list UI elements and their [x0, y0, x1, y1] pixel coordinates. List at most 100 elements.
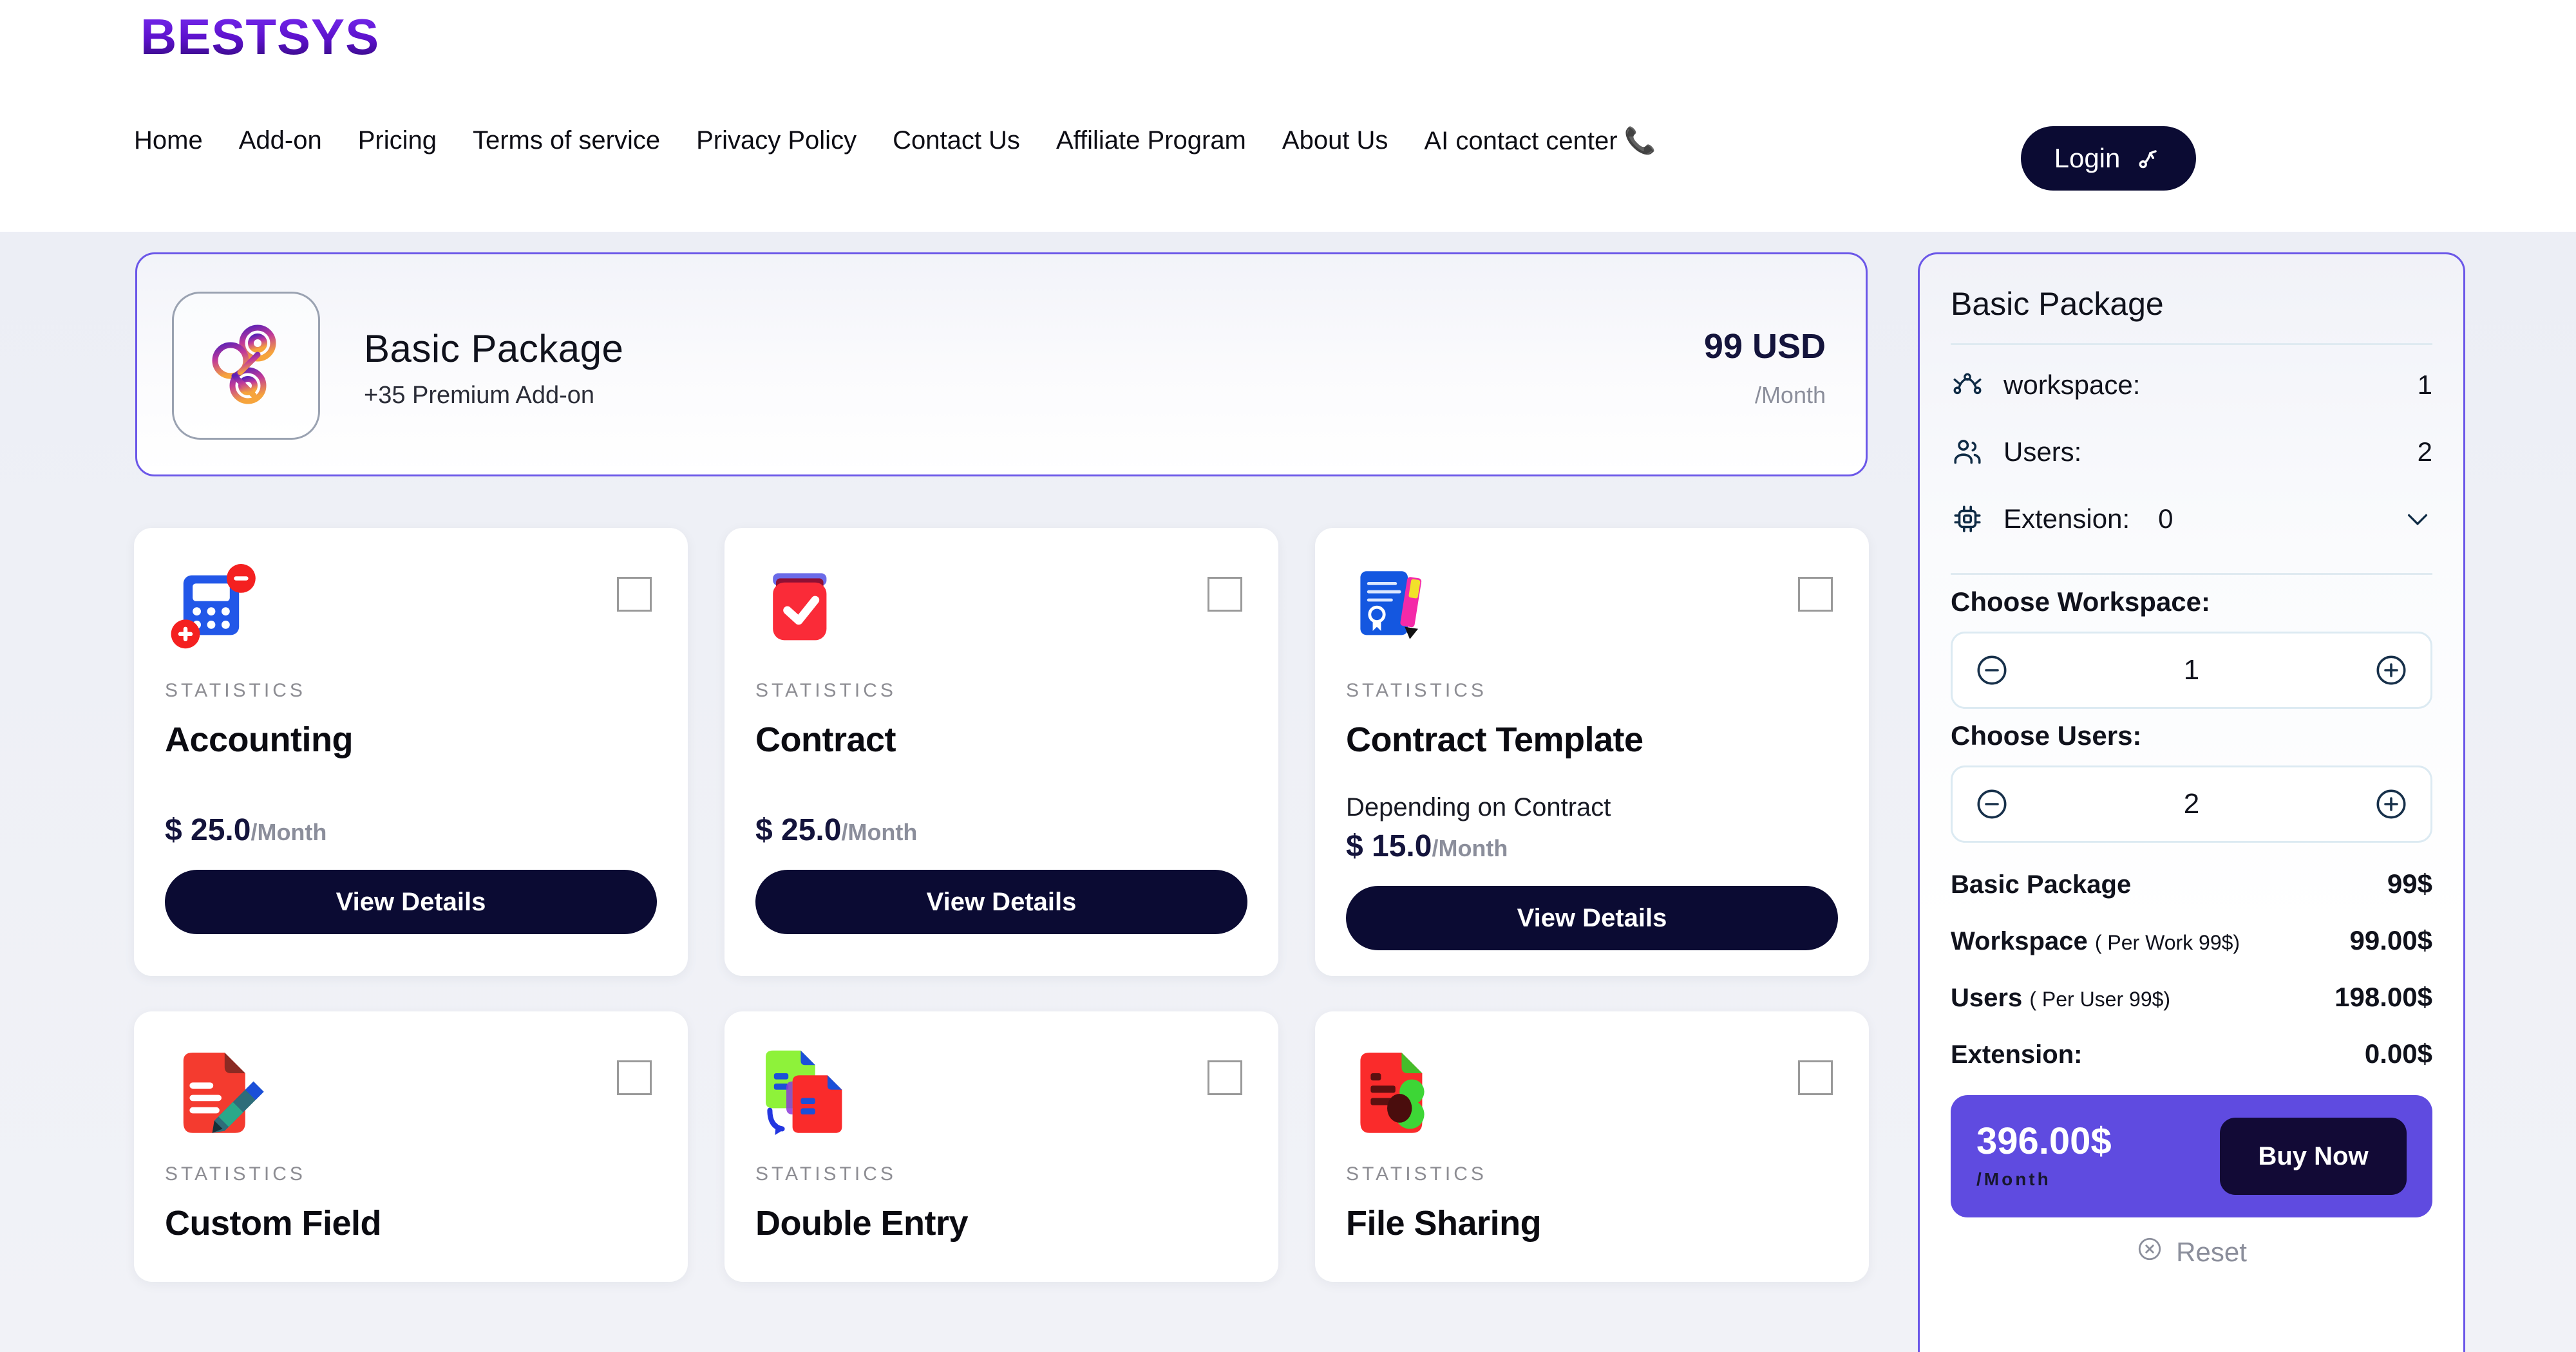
addon-price-period: /Month: [251, 819, 327, 845]
breakdown-label: Workspace ( Per Work 99$): [1951, 927, 2240, 956]
addon-card[interactable]: STATISTICS File Sharing: [1315, 1011, 1869, 1282]
addon-price: $ 25.0/Month: [165, 812, 657, 848]
addon-card[interactable]: STATISTICS Custom Field: [134, 1011, 688, 1282]
view-details-button[interactable]: View Details: [1346, 886, 1838, 950]
breakdown-value: 198.00$: [2334, 982, 2432, 1012]
nav-item-ai-contact-center-label: AI contact center: [1424, 127, 1618, 155]
package-banner: Basic Package +35 Premium Add-on 99 USD …: [135, 252, 1868, 476]
breakdown-row-basic-package: Basic Package 99$: [1951, 868, 2432, 899]
package-subtitle: +35 Premium Add-on: [364, 382, 595, 409]
users-stepper: 2: [1951, 765, 2432, 843]
buy-now-button[interactable]: Buy Now: [2220, 1118, 2407, 1195]
summary-value-workspace: 1: [2417, 370, 2432, 400]
addon-select-checkbox[interactable]: [1798, 1060, 1833, 1095]
breakdown-label: Basic Package: [1951, 870, 2132, 899]
addon-select-checkbox[interactable]: [1208, 577, 1242, 612]
workspace-increment-button[interactable]: [2374, 653, 2409, 688]
nav-item-pricing[interactable]: Pricing: [340, 126, 455, 155]
addon-card[interactable]: STATISTICS Contract Template Depending o…: [1315, 528, 1869, 976]
total-amount: 396.00$: [1976, 1120, 2112, 1162]
summary-value-extension: 0: [2158, 503, 2174, 534]
addon-select-checkbox[interactable]: [617, 1060, 652, 1095]
summary-value-users: 2: [2417, 437, 2432, 467]
addon-select-checkbox[interactable]: [617, 577, 652, 612]
nav-item-contact-us[interactable]: Contact Us: [875, 126, 1038, 155]
nav-item-home[interactable]: Home: [129, 126, 221, 155]
addon-card[interactable]: STATISTICS Accounting $ 25.0/Month View …: [134, 528, 688, 976]
addon-note: Depending on Contract: [1346, 793, 1611, 822]
breakdown-label-text: Workspace: [1951, 927, 2088, 955]
addon-price-period: /Month: [1432, 835, 1508, 861]
file-share-icon: [1346, 1042, 1449, 1145]
breakdown-value: 99$: [2387, 868, 2432, 899]
nav-item-privacy-policy[interactable]: Privacy Policy: [678, 126, 875, 155]
breakdown-row-workspace: Workspace ( Per Work 99$) 99.00$: [1951, 925, 2432, 956]
addon-price-amount: $ 15.0: [1346, 829, 1432, 863]
workspace-decrement-button[interactable]: [1975, 653, 2009, 688]
addon-name: Contract: [755, 720, 896, 759]
summary-label-users: Users:: [2003, 437, 2082, 467]
nav-item-about-us[interactable]: About Us: [1264, 126, 1406, 155]
nav-item-ai-contact-center[interactable]: AI contact center 📞: [1406, 126, 1674, 156]
brand-logo[interactable]: BESTSYS: [140, 8, 379, 66]
addon-card-header: [755, 1042, 1247, 1158]
breakdown-label-text: Users: [1951, 984, 2023, 1012]
reset-button[interactable]: Reset: [1951, 1235, 2432, 1269]
addon-card-header: [165, 1042, 657, 1158]
breakdown-row-users: Users ( Per User 99$) 198.00$: [1951, 982, 2432, 1013]
addon-price-amount: $ 25.0: [755, 813, 842, 847]
nav-item-add-on[interactable]: Add-on: [221, 126, 340, 155]
addon-category: STATISTICS: [165, 680, 306, 701]
breakdown-label-sub: ( Per User 99$): [2029, 988, 2171, 1011]
workspace-count-value: 1: [2183, 654, 2200, 686]
calculator-icon: [165, 559, 268, 662]
addon-price-period: /Month: [841, 819, 918, 845]
chip-icon: [1951, 502, 1984, 536]
package-title: Basic Package: [364, 327, 624, 370]
sidebar-title: Basic Package: [1951, 286, 2164, 322]
login-button[interactable]: Login: [2021, 126, 2196, 191]
addon-category: STATISTICS: [1346, 680, 1487, 701]
breakdown-value: 0.00$: [2364, 1038, 2432, 1069]
knot-logo-icon: [198, 316, 294, 416]
users-increment-button[interactable]: [2374, 787, 2409, 822]
addon-category: STATISTICS: [1346, 1163, 1487, 1185]
sidebar-divider: [1951, 343, 2432, 345]
summary-row-extension[interactable]: Extension: 0: [1951, 485, 2432, 552]
chevron-down-icon[interactable]: [2403, 504, 2432, 534]
addon-name: Contract Template: [1346, 720, 1643, 759]
double-documents-icon: [755, 1042, 858, 1145]
workspace-stepper: 1: [1951, 632, 2432, 709]
reset-label: Reset: [2176, 1237, 2247, 1267]
addon-select-checkbox[interactable]: [1208, 1060, 1242, 1095]
addon-card[interactable]: STATISTICS Double Entry: [724, 1011, 1278, 1282]
users-icon: [1951, 435, 1984, 469]
summary-label-workspace: workspace:: [2003, 370, 2141, 400]
total-period: /Month: [1976, 1169, 2051, 1189]
addon-spacer: [755, 760, 1247, 794]
choose-users-label: Choose Users:: [1951, 720, 2142, 751]
sidebar-divider: [1951, 573, 2432, 575]
summary-label-extension: Extension:: [2003, 503, 2130, 534]
view-details-button[interactable]: View Details: [165, 870, 657, 934]
arrow-up-right-icon: [2134, 144, 2163, 173]
breakdown-label: Users ( Per User 99$): [1951, 984, 2170, 1013]
circle-x-icon: [2136, 1235, 2163, 1269]
addon-select-checkbox[interactable]: [1798, 577, 1833, 612]
addon-card[interactable]: STATISTICS Contract $ 25.0/Month View De…: [724, 528, 1278, 976]
page-root: BESTSYS Home Add-on Pricing Terms of ser…: [0, 0, 2576, 1352]
workspace-node-icon: [1951, 368, 1984, 402]
nav-item-affiliate-program[interactable]: Affiliate Program: [1038, 126, 1264, 155]
package-price-period: /Month: [1754, 382, 1826, 408]
addon-category: STATISTICS: [165, 1163, 306, 1185]
total-price-box: 396.00$ /Month Buy Now: [1951, 1095, 2432, 1217]
view-details-button[interactable]: View Details: [755, 870, 1247, 934]
addon-name: Custom Field: [165, 1204, 382, 1243]
breakdown-label-sub: ( Per Work 99$): [2094, 931, 2240, 954]
users-decrement-button[interactable]: [1975, 787, 2009, 822]
addon-name: File Sharing: [1346, 1204, 1542, 1243]
nav-item-terms-of-service[interactable]: Terms of service: [455, 126, 678, 155]
summary-row-users: Users: 2: [1951, 418, 2432, 485]
addon-card-header: [1346, 559, 1838, 675]
addon-category: STATISTICS: [755, 680, 896, 701]
